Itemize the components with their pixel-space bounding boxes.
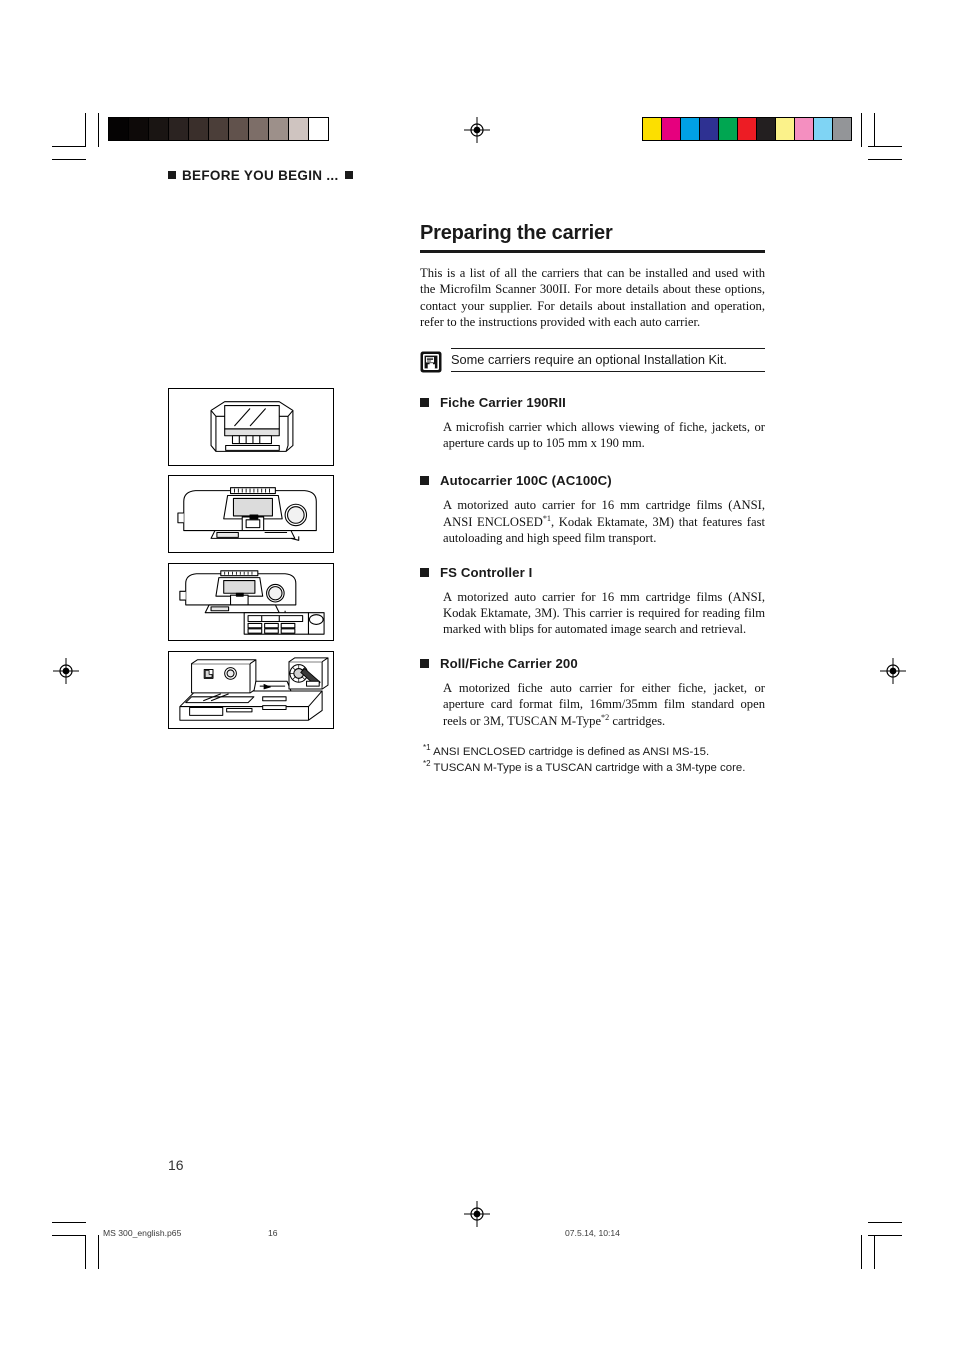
filled-square-icon bbox=[420, 567, 429, 577]
section-roll-fiche-carrier-200: Roll/Fiche Carrier 200 A motorized fiche… bbox=[420, 656, 765, 729]
gray-swatch-9 bbox=[288, 118, 308, 140]
section-body: A microfish carrier which allows viewing… bbox=[443, 419, 765, 451]
section-body: A motorized fiche auto carrier for eithe… bbox=[443, 680, 765, 729]
grayscale-calibration-bar bbox=[108, 117, 329, 141]
color-swatch-10 bbox=[832, 118, 851, 140]
footnote-ref-1: *1 bbox=[542, 513, 551, 523]
roll-fiche-carrier-200-figure bbox=[168, 651, 334, 729]
crop-mark-top-left-h2 bbox=[52, 159, 86, 160]
crop-mark-bottom-left-v2 bbox=[98, 1235, 99, 1269]
fiche-carrier-190rii-figure bbox=[168, 388, 334, 466]
crop-mark-bottom-left-v bbox=[85, 1235, 86, 1269]
color-swatch-0 bbox=[643, 118, 661, 140]
installation-kit-note: Some carriers require an optional Instal… bbox=[420, 347, 765, 373]
filled-square-icon bbox=[344, 171, 353, 179]
gray-swatch-2 bbox=[148, 118, 168, 140]
color-swatch-9 bbox=[813, 118, 832, 140]
section-body: A motorized auto carrier for 16 mm cartr… bbox=[443, 497, 765, 546]
section-body: A motorized auto carrier for 16 mm cartr… bbox=[443, 589, 765, 637]
footnote-text: TUSCAN M-Type is a TUSCAN cartridge with… bbox=[430, 761, 746, 774]
gray-swatch-7 bbox=[248, 118, 268, 140]
scanner-note-icon bbox=[420, 351, 442, 373]
footnote-item: *1 ANSI ENCLOSED cartridge is defined as… bbox=[423, 743, 765, 761]
crop-mark-top-right-v2 bbox=[874, 113, 875, 147]
footnote-ref-2: *2 bbox=[601, 712, 610, 722]
gray-swatch-10 bbox=[308, 118, 328, 140]
autocarrier-100c-figure bbox=[168, 475, 334, 553]
section-heading: Autocarrier 100C (AC100C) bbox=[420, 473, 765, 488]
document-page: BEFORE YOU BEGIN ... Preparing the carri… bbox=[0, 0, 954, 1352]
gray-swatch-1 bbox=[128, 118, 148, 140]
crop-mark-bottom-right-h bbox=[868, 1222, 902, 1223]
section-heading: Roll/Fiche Carrier 200 bbox=[420, 656, 765, 671]
color-swatch-7 bbox=[775, 118, 794, 140]
gray-swatch-8 bbox=[268, 118, 288, 140]
section-heading-label: Fiche Carrier 190RII bbox=[440, 394, 566, 410]
note-rule-box: Some carriers require an optional Instal… bbox=[451, 347, 765, 372]
filled-square-icon bbox=[420, 397, 429, 407]
crop-mark-top-left-v2 bbox=[98, 113, 99, 147]
registration-mark-bottom bbox=[464, 1201, 490, 1227]
crop-mark-bottom-right-v bbox=[861, 1235, 862, 1269]
color-swatch-1 bbox=[661, 118, 680, 140]
section-heading-label: FS Controller I bbox=[440, 564, 533, 580]
section-heading: Fiche Carrier 190RII bbox=[420, 395, 765, 410]
section-fiche-carrier-190rii: Fiche Carrier 190RII A microfish carrier… bbox=[420, 395, 765, 452]
crop-mark-bottom-left-h bbox=[52, 1222, 86, 1223]
crop-mark-bottom-left-h2 bbox=[52, 1235, 86, 1236]
running-head-label: BEFORE YOU BEGIN ... bbox=[182, 168, 339, 183]
page-number: 16 bbox=[168, 1157, 184, 1173]
footnote-marker: *2 bbox=[423, 758, 431, 768]
fs-controller-i-figure bbox=[168, 563, 334, 641]
color-swatch-3 bbox=[699, 118, 718, 140]
crop-mark-top-right-v bbox=[861, 113, 862, 147]
crop-mark-top-left-h bbox=[52, 146, 86, 147]
footnote-marker: *1 bbox=[423, 743, 431, 753]
color-swatch-2 bbox=[680, 118, 699, 140]
running-head: BEFORE YOU BEGIN ... bbox=[168, 168, 353, 183]
gray-swatch-5 bbox=[208, 118, 228, 140]
gray-swatch-0 bbox=[109, 118, 128, 140]
registration-mark-right bbox=[880, 658, 906, 684]
footnotes-block: *1 ANSI ENCLOSED cartridge is defined as… bbox=[423, 743, 765, 777]
gray-swatch-6 bbox=[228, 118, 248, 140]
filled-square-icon bbox=[168, 171, 176, 179]
color-swatch-8 bbox=[794, 118, 813, 140]
crop-mark-bottom-right-v2 bbox=[874, 1235, 875, 1269]
title-underline bbox=[420, 250, 765, 253]
section-fs-controller-i: FS Controller I A motorized auto carrier… bbox=[420, 565, 765, 638]
filled-square-icon bbox=[420, 658, 429, 668]
color-swatch-5 bbox=[737, 118, 756, 140]
print-footer-page: 16 bbox=[268, 1228, 278, 1238]
footnote-text: ANSI ENCLOSED cartridge is defined as AN… bbox=[430, 746, 710, 759]
filled-square-icon bbox=[420, 476, 429, 486]
registration-mark-left bbox=[53, 658, 79, 684]
section-heading-label: Autocarrier 100C (AC100C) bbox=[440, 473, 612, 489]
crop-mark-top-right-h2 bbox=[868, 159, 902, 160]
section-body-part2: cartridges. bbox=[609, 713, 666, 728]
section-heading-label: Roll/Fiche Carrier 200 bbox=[440, 655, 578, 671]
page-title: Preparing the carrier bbox=[420, 222, 613, 244]
color-calibration-bar bbox=[642, 117, 852, 141]
registration-mark-top bbox=[464, 117, 490, 143]
color-swatch-4 bbox=[718, 118, 737, 140]
gray-swatch-3 bbox=[168, 118, 188, 140]
main-content-column: Preparing the carrier This is a list of … bbox=[420, 222, 765, 776]
section-heading: FS Controller I bbox=[420, 565, 765, 580]
color-swatch-6 bbox=[756, 118, 775, 140]
footnote-item: *2 TUSCAN M-Type is a TUSCAN cartridge w… bbox=[423, 758, 765, 777]
gray-swatch-4 bbox=[188, 118, 208, 140]
print-footer-date: 07.5.14, 10:14 bbox=[565, 1228, 620, 1238]
print-footer-filename: MS 300_english.p65 bbox=[103, 1228, 182, 1238]
note-text: Some carriers require an optional Instal… bbox=[451, 351, 727, 367]
intro-paragraph: This is a list of all the carriers that … bbox=[420, 266, 765, 330]
section-autocarrier-100c: Autocarrier 100C (AC100C) A motorized au… bbox=[420, 473, 765, 546]
crop-mark-top-left-v bbox=[85, 113, 86, 147]
